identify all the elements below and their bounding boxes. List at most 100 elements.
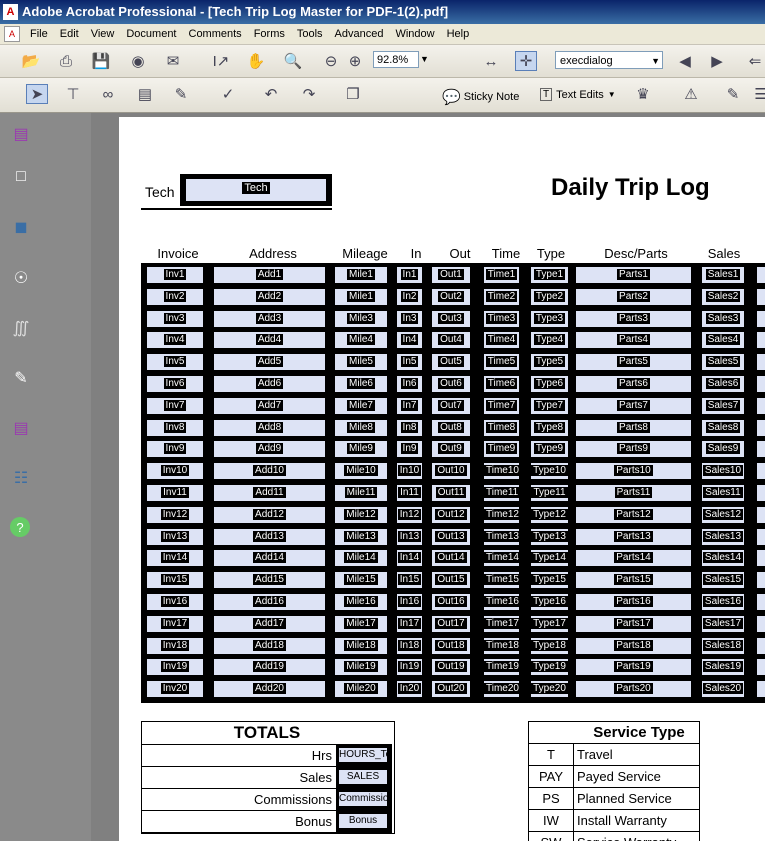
form-field[interactable]: Inv18 xyxy=(147,637,203,654)
form-field[interactable]: Sales17 xyxy=(702,615,744,632)
form-field[interactable]: Mile20 xyxy=(335,681,387,698)
form-field[interactable]: In3 xyxy=(397,310,422,327)
form-field[interactable]: Out10 xyxy=(432,463,470,480)
form-field[interactable]: Type4 xyxy=(531,332,568,349)
form-field[interactable]: Sales11 xyxy=(702,485,744,501)
form-field[interactable]: Time12 xyxy=(484,506,521,523)
comments-icon[interactable]: ✎ xyxy=(10,367,32,389)
form-field[interactable] xyxy=(757,615,765,632)
form-field[interactable]: Time1 xyxy=(484,267,519,283)
list-icon[interactable]: ☰ xyxy=(750,84,765,104)
form-field[interactable]: Inv14 xyxy=(147,550,203,567)
form-field[interactable]: Mile9 xyxy=(335,441,387,458)
form-field[interactable]: In7 xyxy=(397,397,422,414)
form-field[interactable]: Add1 xyxy=(214,267,325,283)
hand-tool-icon[interactable]: ✋ xyxy=(245,51,267,71)
form-field[interactable]: Mile18 xyxy=(335,637,387,654)
form-field[interactable]: Out1 xyxy=(432,267,470,283)
form-field[interactable]: In11 xyxy=(397,485,422,501)
form-field[interactable]: In14 xyxy=(397,550,422,567)
form-field[interactable]: Type5 xyxy=(531,354,568,371)
text-edits-dropdown-icon[interactable]: ▼ xyxy=(608,90,616,99)
form-field[interactable]: Sales16 xyxy=(702,594,744,610)
totals-field[interactable]: Commission xyxy=(336,789,392,810)
form-field[interactable]: Parts6 xyxy=(576,376,691,392)
form-field[interactable]: Mile5 xyxy=(335,354,387,371)
form-field[interactable]: Add6 xyxy=(214,376,325,392)
form-field[interactable]: Type1 xyxy=(531,267,568,283)
zoom-out-icon[interactable]: ⊖ xyxy=(320,51,342,71)
form-field[interactable]: Out16 xyxy=(432,594,470,610)
form-field[interactable]: Sales19 xyxy=(702,659,744,676)
fit-width-icon[interactable]: ↔ xyxy=(480,51,502,71)
sticky-note-button[interactable]: 💬 Sticky Note xyxy=(442,88,519,106)
back-arrow-icon[interactable]: ⇐ xyxy=(744,51,765,71)
spell-check-icon[interactable]: ✓ xyxy=(217,84,239,104)
form-field[interactable]: Inv2 xyxy=(147,288,203,305)
form-field[interactable]: Inv12 xyxy=(147,506,203,523)
form-field[interactable]: Add20 xyxy=(214,681,325,698)
comment-pen-icon[interactable]: ✎ xyxy=(722,84,744,104)
form-field[interactable] xyxy=(757,485,765,501)
form-field[interactable]: Time2 xyxy=(484,288,519,305)
form-field[interactable]: Inv20 xyxy=(147,681,203,698)
menu-file[interactable]: File xyxy=(24,28,54,40)
form-field[interactable]: Time20 xyxy=(484,681,521,698)
form-field[interactable]: Inv15 xyxy=(147,572,203,589)
form-field[interactable]: Type14 xyxy=(531,550,568,567)
form-field[interactable] xyxy=(757,463,765,480)
next-result-icon[interactable]: ▶ xyxy=(706,51,728,71)
form-field[interactable]: In4 xyxy=(397,332,422,349)
form-field[interactable]: Sales3 xyxy=(702,310,744,327)
form-field[interactable]: In18 xyxy=(397,637,422,654)
form-field[interactable]: Type12 xyxy=(531,506,568,523)
form-field[interactable] xyxy=(757,637,765,654)
form-field[interactable]: In12 xyxy=(397,506,422,523)
totals-field[interactable]: HOURS_To xyxy=(336,745,392,766)
form-field[interactable]: Add19 xyxy=(214,659,325,676)
form-field[interactable]: Time11 xyxy=(484,485,521,501)
form-field[interactable]: Add7 xyxy=(214,397,325,414)
form-field[interactable]: Time19 xyxy=(484,659,521,676)
form-field[interactable] xyxy=(757,528,765,545)
form-field[interactable]: In8 xyxy=(397,419,422,436)
form-field[interactable]: Sales10 xyxy=(702,463,744,480)
menu-window[interactable]: Window xyxy=(389,28,440,40)
form-field[interactable]: Out2 xyxy=(432,288,470,305)
form-field[interactable] xyxy=(757,572,765,589)
form-field[interactable]: Out6 xyxy=(432,376,470,392)
form-field[interactable]: Sales5 xyxy=(702,354,744,371)
form-field[interactable]: Inv13 xyxy=(147,528,203,545)
form-field[interactable]: Out5 xyxy=(432,354,470,371)
form-field[interactable]: Out20 xyxy=(432,681,470,698)
menu-advanced[interactable]: Advanced xyxy=(329,28,390,40)
form-field[interactable]: Mile7 xyxy=(335,397,387,414)
form-field[interactable]: Mile11 xyxy=(335,485,387,501)
form-field[interactable]: Add16 xyxy=(214,594,325,610)
form-field[interactable]: Add5 xyxy=(214,354,325,371)
form-field[interactable]: Time17 xyxy=(484,615,521,632)
form-field[interactable]: Parts7 xyxy=(576,397,691,414)
form-field[interactable]: Out11 xyxy=(432,485,470,501)
select-text-icon[interactable]: I↗ xyxy=(210,51,232,71)
model-tree-icon[interactable]: ☷ xyxy=(10,467,32,489)
form-field[interactable]: Add14 xyxy=(214,550,325,567)
menu-forms[interactable]: Forms xyxy=(248,28,291,40)
edit-form-icon[interactable]: ✎ xyxy=(170,84,192,104)
form-field[interactable]: Out4 xyxy=(432,332,470,349)
form-field[interactable]: Mile1 xyxy=(335,288,387,305)
form-field[interactable]: Parts11 xyxy=(576,485,691,501)
form-field[interactable]: Mile8 xyxy=(335,419,387,436)
form-field[interactable] xyxy=(757,332,765,349)
form-field[interactable]: Time10 xyxy=(484,463,521,480)
find-dropdown-arrow-icon[interactable]: ▼ xyxy=(651,52,660,70)
form-field[interactable]: Out7 xyxy=(432,397,470,414)
form-field[interactable]: Sales15 xyxy=(702,572,744,589)
form-field[interactable]: Type19 xyxy=(531,659,568,676)
form-field[interactable]: Mile16 xyxy=(335,594,387,610)
form-field[interactable]: Type10 xyxy=(531,463,568,480)
form-field[interactable]: Time6 xyxy=(484,376,519,392)
form-field[interactable]: Mile19 xyxy=(335,659,387,676)
form-field[interactable]: Parts12 xyxy=(576,506,691,523)
form-field[interactable]: Out17 xyxy=(432,615,470,632)
